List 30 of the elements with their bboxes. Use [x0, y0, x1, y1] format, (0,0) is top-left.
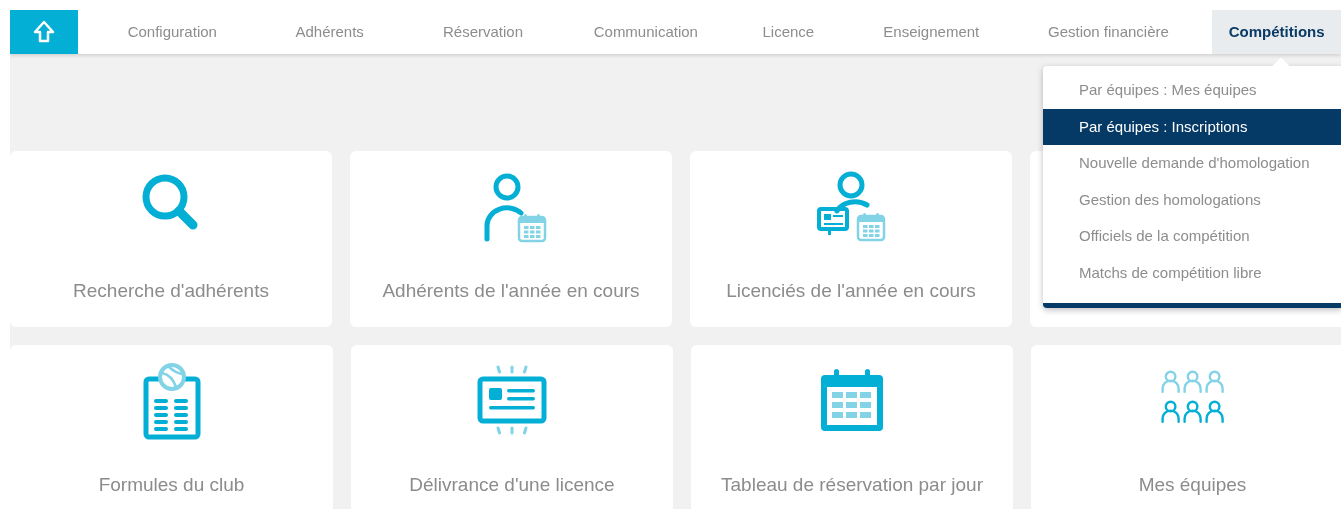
tile-card[interactable]: Délivrance d'une licence — [351, 345, 673, 509]
tile-label: Mes équipes — [1138, 473, 1247, 497]
nav-tab[interactable]: Compétitions — [1212, 10, 1341, 54]
tile-label: Tableau de réservation par jour — [721, 473, 983, 497]
tile-label: Recherche d'adhérents — [73, 279, 269, 303]
nav-tab[interactable]: Communication — [573, 10, 719, 54]
home-arrow-icon — [33, 20, 56, 44]
nav-tab[interactable]: Licence — [718, 10, 859, 54]
nav-tab[interactable]: Adhérents — [266, 10, 393, 54]
nav-tab[interactable]: Gestion financière — [1004, 10, 1213, 54]
tile-label: Licenciés de l'année en cours — [726, 279, 976, 303]
dropdown-item[interactable]: Gestion des homologations — [1043, 181, 1341, 218]
tile-card[interactable]: Formules du club — [10, 345, 333, 509]
dropdown-item[interactable]: Nouvelle demande d'homologation — [1043, 145, 1341, 182]
nav-tab[interactable]: Enseignement — [858, 10, 1005, 54]
tile-card[interactable]: Adhérents de l'année en cours — [350, 151, 672, 327]
nav-tab[interactable]: Configuration — [78, 10, 267, 54]
nav-tab[interactable]: Réservation — [392, 10, 574, 54]
tile-label: Délivrance d'une licence — [409, 473, 615, 497]
tile-card[interactable]: Licenciés de l'année en cours — [690, 151, 1012, 327]
dropdown-item[interactable]: Officiels de la compétition — [1043, 218, 1341, 255]
dropdown-item[interactable]: Matchs de compétition libre — [1043, 254, 1341, 291]
tile-label: Formules du club — [98, 473, 245, 497]
tile-card[interactable]: Recherche d'adhérents — [10, 151, 332, 327]
dropdown-item[interactable]: Par équipes : Inscriptions — [1043, 108, 1341, 145]
dropdown-item[interactable]: Par équipes : Mes équipes — [1043, 72, 1341, 109]
tile-label: Adhérents de l'année en cours — [382, 279, 640, 303]
tile-card[interactable]: Mes équipes — [1031, 345, 1341, 509]
home-button[interactable] — [10, 10, 79, 54]
tile-card[interactable]: Tableau de réservation par jour — [691, 345, 1013, 509]
